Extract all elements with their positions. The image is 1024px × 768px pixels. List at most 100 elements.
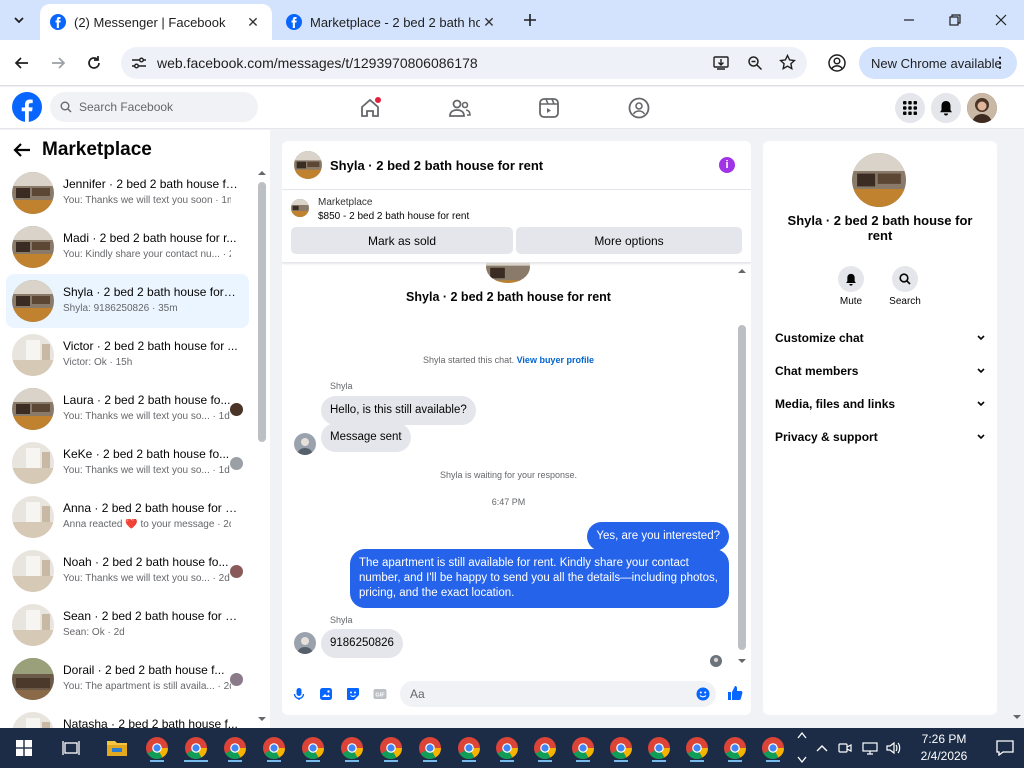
- bookmark-star-icon[interactable]: [779, 54, 796, 71]
- conversation-item[interactable]: Victor · 2 bed 2 bath house for ... Victo…: [6, 328, 249, 382]
- scroll-up-icon[interactable]: [737, 268, 747, 274]
- incoming-message[interactable]: Hello, is this still available?: [321, 396, 476, 425]
- chat-members-row[interactable]: Chat members: [775, 360, 985, 382]
- outgoing-message[interactable]: Yes, are you interested?: [587, 522, 729, 551]
- tab-marketplace[interactable]: Marketplace - 2 bed 2 bath hou ✕: [276, 4, 508, 40]
- reload-button[interactable]: [81, 50, 107, 76]
- back-button[interactable]: [9, 50, 35, 76]
- network-icon[interactable]: [862, 741, 878, 755]
- thumbs-up-icon[interactable]: [727, 685, 743, 701]
- mark-as-sold-button[interactable]: Mark as sold: [291, 227, 513, 254]
- facebook-logo-icon[interactable]: [12, 92, 42, 122]
- conversation-item[interactable]: Dorail · 2 bed 2 bath house f... You: The…: [6, 652, 249, 706]
- chrome-taskbar-icon[interactable]: [260, 734, 288, 762]
- address-bar[interactable]: web.facebook.com/messages/t/129397080608…: [121, 47, 807, 79]
- customize-chat-row[interactable]: Customize chat: [775, 327, 985, 349]
- tab-search-button[interactable]: [6, 7, 32, 33]
- new-chrome-available-button[interactable]: New Chrome available ⋮: [859, 47, 1017, 79]
- facebook-search-input[interactable]: Search Facebook: [50, 92, 258, 122]
- notification-center-icon[interactable]: [996, 740, 1014, 756]
- sidebar-scrollbar[interactable]: [258, 182, 266, 442]
- chrome-taskbar-icon[interactable]: [569, 734, 597, 762]
- home-icon[interactable]: [358, 96, 382, 120]
- conversation-item[interactable]: Shyla · 2 bed 2 bath house for r... Shyla…: [6, 274, 249, 328]
- task-view-icon[interactable]: [62, 739, 80, 757]
- scroll-down-icon[interactable]: [257, 716, 267, 722]
- listing-title[interactable]: $850 - 2 bed 2 bath house for rent: [318, 211, 469, 222]
- chrome-taskbar-icon[interactable]: [338, 734, 366, 762]
- close-tab-icon[interactable]: ✕: [480, 13, 498, 31]
- meet-now-icon[interactable]: [838, 741, 852, 755]
- taskbar-clock[interactable]: 7:26 PM 2/4/2026: [914, 731, 974, 765]
- incoming-message[interactable]: 9186250826: [321, 629, 403, 658]
- chrome-taskbar-icon[interactable]: [182, 734, 210, 762]
- close-tab-icon[interactable]: ✕: [244, 13, 262, 31]
- chrome-taskbar-icon[interactable]: [221, 734, 249, 762]
- chrome-taskbar-icon[interactable]: [645, 734, 673, 762]
- back-arrow-icon[interactable]: [12, 142, 32, 158]
- forward-button[interactable]: [45, 50, 71, 76]
- groups-icon[interactable]: [627, 96, 651, 120]
- video-icon[interactable]: [537, 96, 561, 120]
- chat-scrollbar[interactable]: [738, 325, 746, 650]
- friends-icon[interactable]: [448, 96, 472, 120]
- chrome-taskbar-icon[interactable]: [143, 734, 171, 762]
- incoming-message[interactable]: Message sent: [321, 423, 411, 452]
- conversation-item[interactable]: Anna · 2 bed 2 bath house for r... Anna r…: [6, 490, 249, 544]
- taskbar-scroll-down-icon[interactable]: [797, 756, 807, 764]
- chrome-taskbar-icon[interactable]: [377, 734, 405, 762]
- sticker-icon[interactable]: [346, 687, 360, 701]
- chat-thumbnail[interactable]: [294, 151, 322, 179]
- chrome-taskbar-icon[interactable]: [607, 734, 635, 762]
- page-scroll-down-icon[interactable]: [1012, 714, 1022, 720]
- volume-icon[interactable]: [886, 741, 902, 755]
- account-avatar[interactable]: [967, 93, 997, 123]
- outgoing-message[interactable]: The apartment is still available for ren…: [350, 549, 729, 608]
- chrome-taskbar-icon[interactable]: [299, 734, 327, 762]
- mute-button[interactable]: [838, 266, 864, 292]
- notifications-button[interactable]: [931, 93, 961, 123]
- zoom-icon[interactable]: [747, 55, 763, 71]
- restore-button[interactable]: [932, 0, 978, 40]
- gif-icon[interactable]: GIF: [373, 687, 387, 701]
- more-options-button[interactable]: More options: [516, 227, 742, 254]
- chrome-taskbar-icon[interactable]: [416, 734, 444, 762]
- search-action[interactable]: Search: [885, 266, 925, 307]
- message-input[interactable]: Aa: [400, 681, 716, 707]
- windows-start-icon[interactable]: [16, 740, 32, 756]
- taskbar-scroll-up-icon[interactable]: [797, 731, 807, 739]
- conversation-item[interactable]: Jennifer · 2 bed 2 bath house fo... You: …: [6, 166, 249, 220]
- view-buyer-profile-link[interactable]: View buyer profile: [517, 355, 594, 365]
- conversation-item[interactable]: Laura · 2 bed 2 bath house fo... You: Tha…: [6, 382, 249, 436]
- chrome-taskbar-icon[interactable]: [455, 734, 483, 762]
- site-settings-icon[interactable]: [131, 56, 147, 70]
- scroll-up-icon[interactable]: [257, 170, 267, 176]
- tab-messenger[interactable]: (2) Messenger | Facebook ✕: [40, 4, 272, 40]
- minimize-button[interactable]: [886, 0, 932, 40]
- mute-action[interactable]: Mute: [831, 266, 871, 307]
- emoji-icon[interactable]: [696, 687, 710, 701]
- profile-button[interactable]: [824, 50, 850, 76]
- listing-thumbnail[interactable]: [291, 199, 309, 217]
- privacy-support-row[interactable]: Privacy & support: [775, 426, 985, 448]
- close-window-button[interactable]: [978, 0, 1024, 40]
- menu-button[interactable]: [895, 93, 925, 123]
- info-icon[interactable]: i: [719, 157, 735, 173]
- file-explorer-icon[interactable]: [106, 738, 128, 758]
- tray-overflow-icon[interactable]: [816, 744, 828, 752]
- chrome-taskbar-icon[interactable]: [683, 734, 711, 762]
- conversation-item[interactable]: KeKe · 2 bed 2 bath house fo... You: Than…: [6, 436, 249, 490]
- media-files-links-row[interactable]: Media, files and links: [775, 393, 985, 415]
- install-app-icon[interactable]: [713, 55, 731, 71]
- conversation-item[interactable]: Noah · 2 bed 2 bath house fo... You: Than…: [6, 544, 249, 598]
- scroll-down-icon[interactable]: [737, 658, 747, 664]
- chrome-taskbar-icon[interactable]: [493, 734, 521, 762]
- conversation-item[interactable]: Madi · 2 bed 2 bath house for r... You: K…: [6, 220, 249, 274]
- microphone-icon[interactable]: [292, 687, 306, 701]
- conversation-item[interactable]: Sean · 2 bed 2 bath house for r... Sean: …: [6, 598, 249, 652]
- chrome-taskbar-icon[interactable]: [759, 734, 787, 762]
- new-tab-button[interactable]: [518, 8, 542, 32]
- photo-icon[interactable]: [319, 687, 333, 701]
- search-conversation-button[interactable]: [892, 266, 918, 292]
- chrome-taskbar-icon[interactable]: [531, 734, 559, 762]
